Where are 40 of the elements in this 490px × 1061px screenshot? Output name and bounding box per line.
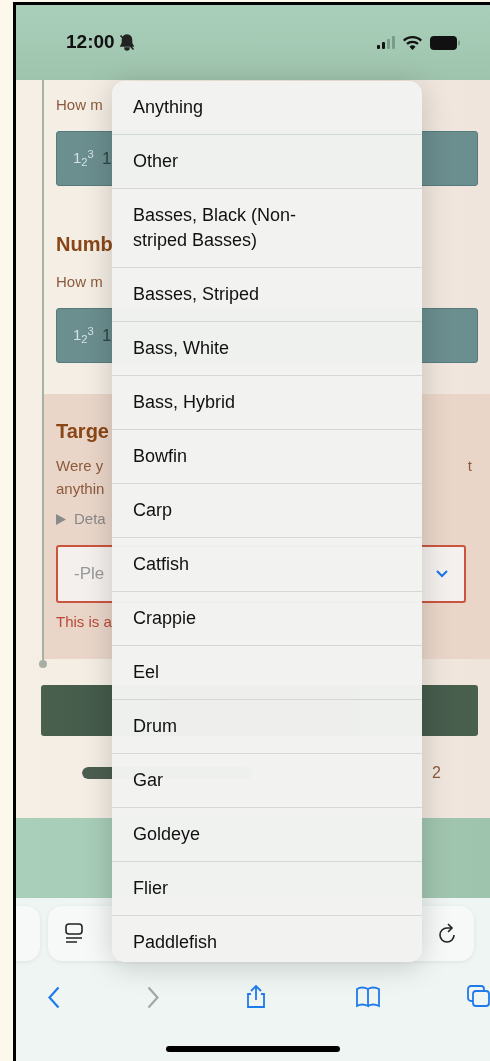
bell-slash-icon [118,34,135,51]
dropdown-option[interactable]: Goldeye [112,808,422,862]
question-hint: How m [56,95,103,115]
dropdown-option[interactable]: Drum [112,700,422,754]
select-placeholder: -Ple [74,562,105,585]
dropdown-option[interactable]: Carp [112,484,422,538]
dropdown-option[interactable]: Bass, White [112,322,422,376]
question-hint: How m [56,272,103,292]
dropdown-option[interactable]: Gar [112,754,422,808]
dropdown-option[interactable]: Bowfin [112,430,422,484]
dropdown-option[interactable]: Crappie [112,592,422,646]
book-icon [355,984,381,1010]
dropdown-option[interactable]: Bass, Hybrid [112,376,422,430]
dropdown-option[interactable]: Eel [112,646,422,700]
question-text: Were y [56,456,104,476]
signal-icon [377,36,395,49]
chevron-down-icon [436,569,448,578]
reader-icon[interactable] [64,922,84,945]
dropdown-option[interactable]: Other [112,135,422,189]
question-text: anythin [56,479,105,499]
dropdown-option[interactable]: Paddlefish [112,916,422,962]
question-title: Numb [56,232,113,256]
status-time: 12:00 [66,30,115,55]
wifi-icon [403,35,422,50]
reload-icon[interactable] [436,921,458,946]
dropdown-option[interactable]: Catfish [112,538,422,592]
field-value: 1 [101,324,112,347]
field-value: 1 [101,147,112,170]
error-message: This is a [56,611,112,632]
progress-reading: 2 [432,762,441,783]
back-icon [48,985,61,1009]
dropdown-option[interactable]: Basses, Black (Non-striped Basses) [112,189,422,268]
forward-icon [146,985,159,1009]
dropdown-option[interactable]: Basses, Striped [112,268,422,322]
question-text: t [467,456,472,476]
disclosure-triangle-icon[interactable] [56,513,66,525]
dropdown-option[interactable]: Anything [112,81,422,135]
battery-icon [430,35,460,50]
dropdown-option[interactable]: Flier [112,862,422,916]
question-title: Targe [56,419,109,443]
